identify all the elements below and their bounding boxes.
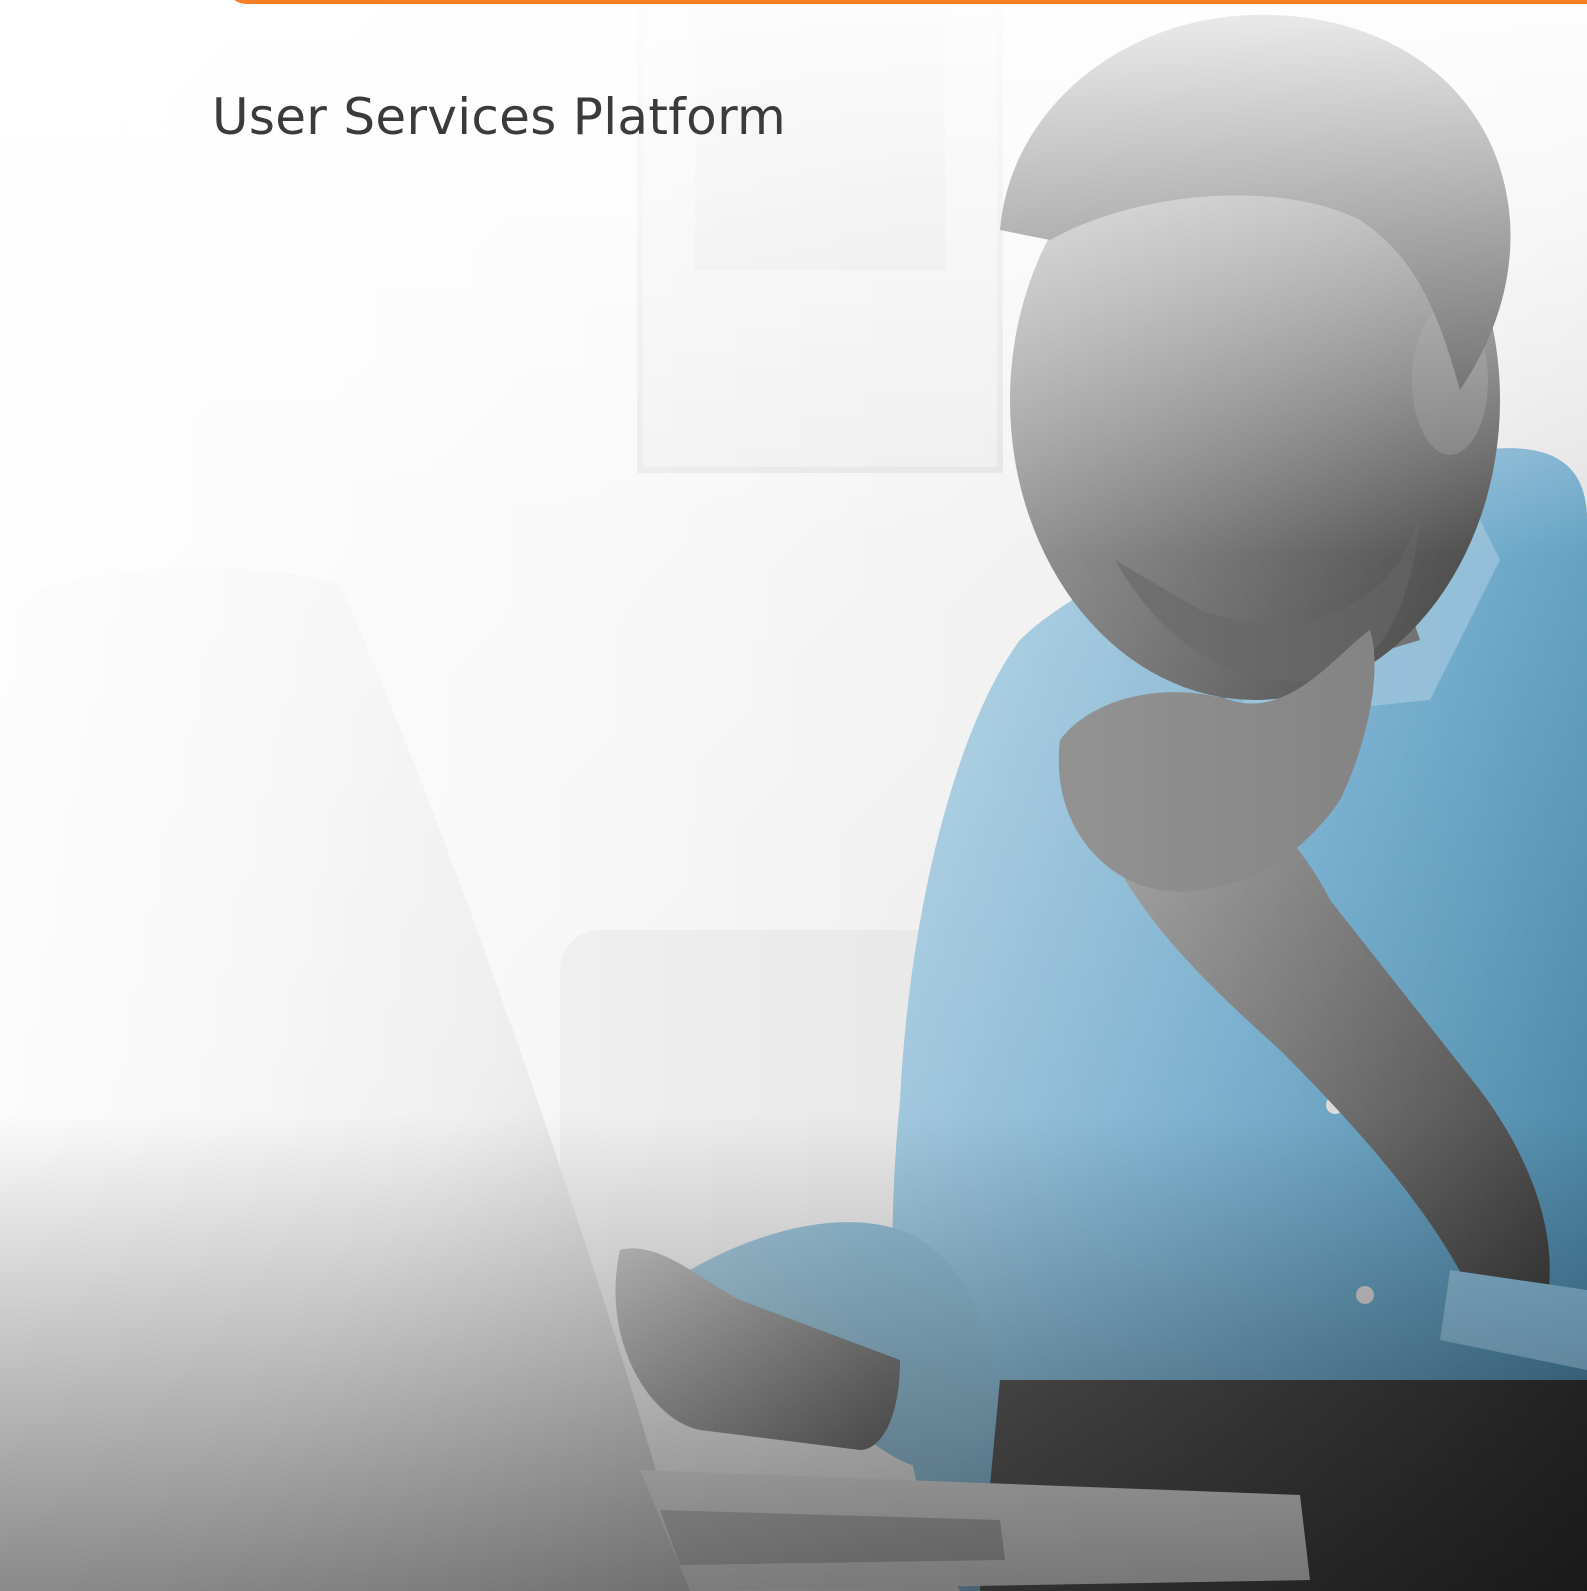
page-title: User Services Platform	[212, 88, 787, 146]
cover-page: User Services Platform	[0, 0, 1587, 1591]
man-with-laptop-photo	[0, 0, 1587, 1591]
orange-accent-bar	[225, 0, 1587, 4]
hero-photo	[0, 0, 1587, 1591]
